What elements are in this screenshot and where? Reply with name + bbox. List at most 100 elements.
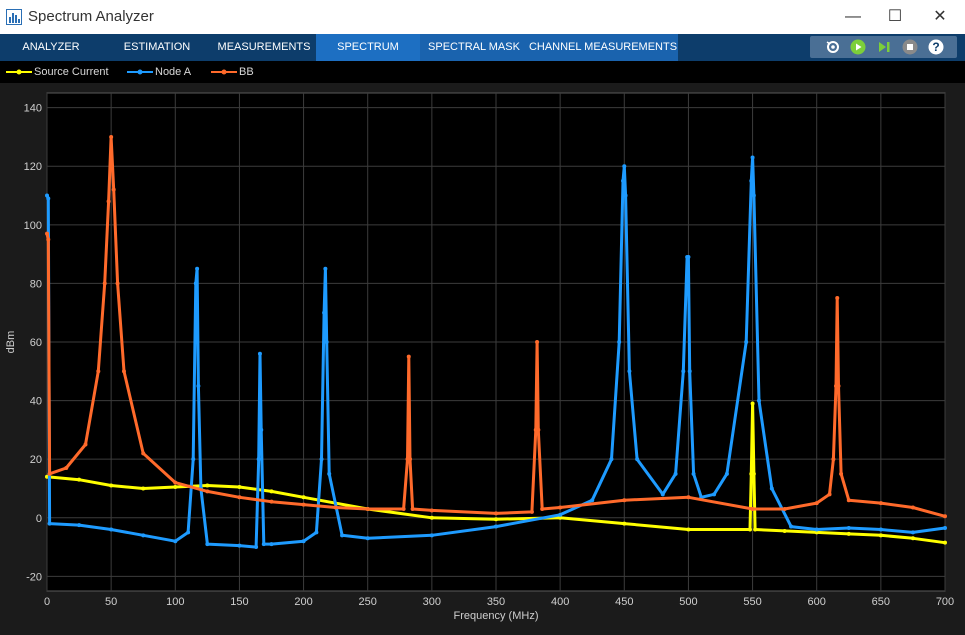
data-point-source-current: [910, 536, 915, 541]
x-tick-labels: 0 50 100 150 200 250 300 350 400 450 500 550 600 650 7…: [44, 596, 954, 608]
x-tick-label: 50: [105, 596, 117, 608]
data-point-bb: [102, 281, 107, 286]
data-point-source-current: [943, 540, 947, 545]
data-point-node-a: [261, 542, 266, 547]
data-point-node-a: [751, 193, 756, 198]
data-point-bb: [529, 509, 534, 514]
x-tick-label: 300: [423, 596, 441, 608]
data-point-node-a: [660, 492, 665, 497]
data-point-node-a: [750, 155, 755, 160]
tab-analyzer[interactable]: ANALYZER: [0, 34, 102, 61]
data-point-bb: [878, 501, 883, 506]
data-point-node-a: [327, 471, 332, 476]
data-point-bb: [622, 498, 627, 503]
data-point-bb: [46, 237, 51, 242]
data-point-node-a: [686, 255, 691, 260]
data-point-source-current: [173, 485, 178, 490]
data-point-node-a: [687, 369, 692, 374]
data-point-bb: [846, 498, 851, 503]
data-point-source-current: [237, 485, 242, 490]
tab-spectrum[interactable]: SPECTRUM: [316, 34, 420, 61]
data-point-bb: [536, 427, 541, 432]
data-point-bb: [410, 506, 415, 511]
data-point-node-a: [324, 340, 329, 344]
main-toolbar: ANALYZER ESTIMATION MEASUREMENTS SPECTRU…: [0, 34, 965, 61]
legend-item-node-a[interactable]: Node A: [127, 65, 191, 79]
x-tick-label: 350: [487, 596, 505, 608]
x-axis-label: Frequency (MHz): [454, 610, 539, 622]
x-tick-label: 450: [615, 596, 633, 608]
data-point-source-current: [269, 489, 274, 494]
tab-channel-measurements[interactable]: CHANNEL MEASUREMENTS: [528, 34, 678, 61]
svg-text:?: ?: [932, 40, 939, 54]
data-point-node-a: [744, 340, 749, 344]
data-point-bb: [831, 457, 836, 462]
data-point-bb: [782, 506, 787, 511]
tab-measurements[interactable]: MEASUREMENTS: [212, 34, 316, 61]
run-icon[interactable]: [850, 39, 866, 55]
y-tick-label: 0: [36, 513, 42, 525]
y-tick-label: 20: [30, 454, 42, 466]
data-point-node-a: [617, 340, 622, 344]
legend-item-source-current[interactable]: Source Current: [6, 65, 109, 79]
spectrum-plot[interactable]: 0 50 100 150 200 250 300 350 400 450 500 550 600 650 7…: [0, 83, 965, 630]
data-point-node-a: [191, 457, 196, 462]
x-tick-label: 700: [936, 596, 954, 608]
close-button[interactable]: ✕: [929, 6, 951, 28]
data-point-node-a: [712, 492, 717, 497]
x-tick-label: 500: [679, 596, 697, 608]
x-tick-label: 250: [359, 596, 377, 608]
data-point-node-a: [195, 266, 200, 271]
x-tick-label: 600: [808, 596, 826, 608]
x-tick-label: 400: [551, 596, 569, 608]
data-point-node-a: [196, 383, 201, 388]
data-point-node-a: [846, 526, 851, 531]
title-bar: Spectrum Analyzer — ☐ ✕: [0, 0, 965, 35]
data-point-node-a: [756, 398, 761, 403]
data-point-bb: [406, 354, 411, 359]
data-point-bb: [401, 506, 406, 511]
data-point-node-a: [254, 545, 259, 550]
data-point-bb: [111, 187, 116, 192]
data-point-bb: [45, 231, 49, 236]
x-tick-label: 550: [743, 596, 761, 608]
data-point-node-a: [558, 512, 563, 517]
data-point-bb: [205, 489, 210, 494]
stop-icon[interactable]: [902, 39, 918, 55]
data-point-node-a: [910, 530, 915, 535]
data-point-bb: [141, 451, 146, 456]
data-point-bb: [365, 506, 370, 511]
data-point-bb: [827, 492, 832, 497]
step-icon[interactable]: [876, 39, 892, 55]
data-point-bb: [535, 340, 540, 344]
help-icon[interactable]: ?: [928, 39, 944, 55]
data-point-bb: [836, 383, 841, 388]
settings-icon[interactable]: [825, 39, 841, 55]
data-point-bb: [106, 199, 111, 204]
data-point-source-current: [753, 527, 758, 532]
run-controls: ?: [810, 36, 957, 58]
data-point-node-a: [943, 526, 947, 531]
minimize-button[interactable]: —: [842, 6, 864, 28]
data-point-bb: [814, 501, 819, 506]
legend: Source Current Node A BB: [0, 61, 965, 84]
maximize-button[interactable]: ☐: [884, 6, 906, 28]
data-point-node-a: [46, 196, 51, 201]
legend-item-bb[interactable]: BB: [211, 65, 254, 79]
tab-estimation[interactable]: ESTIMATION: [102, 34, 212, 61]
data-point-node-a: [141, 533, 146, 538]
data-point-bb: [408, 457, 413, 462]
data-point-node-a: [259, 427, 264, 432]
data-point-node-a: [494, 524, 498, 529]
data-point-node-a: [724, 471, 729, 476]
y-tick-label: 120: [24, 161, 42, 173]
data-point-node-a: [322, 310, 327, 315]
x-tick-label: 150: [230, 596, 248, 608]
data-point-source-current: [748, 527, 753, 532]
data-point-bb: [540, 506, 545, 511]
data-point-source-current: [846, 531, 851, 536]
tab-spectral-mask[interactable]: SPECTRAL MASK: [420, 34, 528, 61]
data-point-source-current: [141, 486, 146, 491]
data-point-source-current: [429, 515, 434, 520]
y-tick-label: 40: [30, 396, 42, 408]
